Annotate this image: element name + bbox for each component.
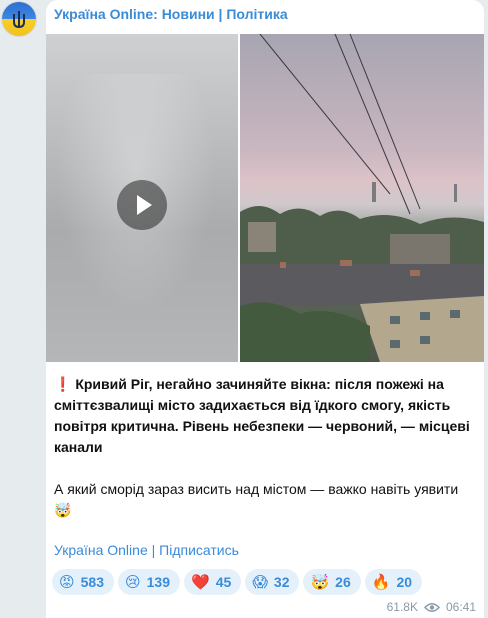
reaction-fire[interactable]: 🔥 20 <box>364 569 423 595</box>
reaction-count: 32 <box>273 574 290 590</box>
angry-emoji-icon: 😡 <box>59 574 75 591</box>
city-smog-image <box>240 34 484 362</box>
eye-icon <box>423 602 440 612</box>
video-thumbnail[interactable] <box>46 34 238 362</box>
post-text: ❗ Кривий Ріг, негайно зачиняйте вікна: п… <box>54 374 474 521</box>
smog-photo[interactable] <box>240 34 484 362</box>
post-body: А який сморід зараз висить над містом — … <box>54 479 474 521</box>
post-body-text: А який сморід зараз висить над містом — … <box>54 481 459 497</box>
reaction-angry[interactable]: 😡 583 <box>52 569 114 595</box>
reaction-count: 139 <box>146 574 170 590</box>
message-meta: 61.8K 06:41 <box>387 600 476 614</box>
fire-emoji-icon: 🔥 <box>371 574 391 591</box>
message-time: 06:41 <box>445 600 476 614</box>
heart-emoji-icon: ❤️ <box>191 574 210 591</box>
play-button[interactable] <box>117 180 167 230</box>
exploding-head-emoji: 🤯 <box>54 502 72 518</box>
exclamation-icon: ❗ <box>54 376 72 392</box>
post-headline-text: Кривий Ріг, негайно зачиняйте вікна: піс… <box>54 376 470 455</box>
reaction-heart[interactable]: ❤️ 45 <box>184 569 242 595</box>
subscribe-link[interactable]: Україна Online | Підписатись <box>54 542 239 558</box>
reaction-count: 45 <box>215 574 232 590</box>
reaction-cry[interactable]: 😢 139 <box>118 569 180 595</box>
message-bubble: Україна Online: Новини | Політика ❗ Крив… <box>46 0 484 618</box>
play-icon <box>137 195 152 215</box>
crying-emoji-icon: 😢 <box>125 574 141 591</box>
post-headline: ❗ Кривий Ріг, негайно зачиняйте вікна: п… <box>54 374 474 458</box>
channel-avatar[interactable] <box>2 2 36 36</box>
channel-title[interactable]: Україна Online: Новини | Політика <box>54 6 288 22</box>
view-count: 61.8K <box>386 600 418 614</box>
reactions-bar: 😡 583 😢 139 ❤️ 45 😱 32 🤯 26 🔥 20 <box>52 569 423 595</box>
reaction-count: 583 <box>80 574 104 590</box>
reaction-scream[interactable]: 😱 32 <box>245 569 300 595</box>
reaction-count: 20 <box>396 574 413 590</box>
screaming-emoji-icon: 😱 <box>252 574 268 591</box>
trident-logo-icon <box>13 11 25 29</box>
reaction-mindblown[interactable]: 🤯 26 <box>303 569 361 595</box>
exploding-head-emoji-icon: 🤯 <box>310 574 330 591</box>
reaction-count: 26 <box>335 574 351 590</box>
